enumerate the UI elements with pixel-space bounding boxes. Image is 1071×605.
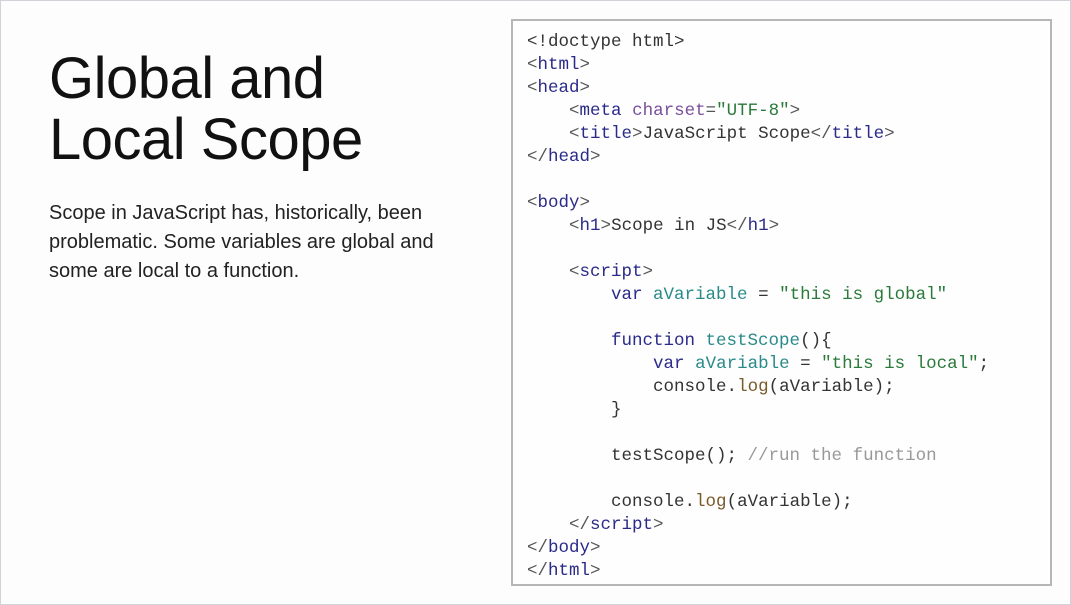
code-token: = [748,285,780,305]
code-token [685,354,696,374]
code-token: > [884,124,895,144]
slide-description: Scope in JavaScript has, historically, b… [49,199,461,286]
code-token: < [527,193,538,213]
code-sample: <!doctype html> <html> <head> <meta char… [511,19,1052,586]
code-token: body [548,538,590,558]
code-token: . [685,492,696,512]
code-token: > [632,124,643,144]
code-token: testScope(); [611,446,748,466]
code-token: > [590,561,601,581]
code-token: </ [527,561,548,581]
code-token: meta [580,101,622,121]
code-token: testScope [706,331,801,351]
code-token: < [527,55,538,75]
code-token: > [590,147,601,167]
code-token: html [538,55,580,75]
code-token: </ [527,538,548,558]
code-token [622,101,633,121]
code-indent [527,515,569,535]
code-token: < [569,101,580,121]
code-token: var [611,285,643,305]
code-token: head [538,78,580,98]
code-token: > [580,55,591,75]
code-indent [527,124,569,144]
code-token: script [590,515,653,535]
right-column: <!doctype html> <html> <head> <meta char… [501,1,1070,604]
code-indent [527,331,611,351]
code-token: "UTF-8" [716,101,790,121]
code-token: </ [727,216,748,236]
code-token: log [695,492,727,512]
code-token: //run the function [748,446,937,466]
code-token: console [611,492,685,512]
code-token: = [790,354,822,374]
code-token: title [832,124,885,144]
code-token: = [706,101,717,121]
code-token: script [580,262,643,282]
code-token: charset [632,101,706,121]
code-indent [527,285,611,305]
code-token: JavaScript Scope [643,124,811,144]
code-indent [527,262,569,282]
code-token: aVariable [653,285,748,305]
code-token: ; [979,354,990,374]
code-token: head [548,147,590,167]
code-indent [527,492,611,512]
code-token: h1 [580,216,601,236]
code-token: </ [811,124,832,144]
code-indent [527,216,569,236]
code-token: title [580,124,633,144]
code-token: "this is global" [779,285,947,305]
code-token: (aVariable); [769,377,895,397]
code-token: . [727,377,738,397]
code-token: > [653,515,664,535]
slide: Global and Local Scope Scope in JavaScri… [1,1,1070,604]
code-token: > [580,78,591,98]
code-token: (aVariable); [727,492,853,512]
code-token: </ [569,515,590,535]
code-token: > [601,216,612,236]
code-indent [527,354,653,374]
code-token: (){ [800,331,832,351]
code-token: > [590,538,601,558]
code-indent [527,377,653,397]
code-indent [527,446,611,466]
code-token: "this is local" [821,354,979,374]
code-token [695,331,706,351]
code-token: console [653,377,727,397]
code-token: body [538,193,580,213]
code-token: < [527,78,538,98]
code-token: Scope in JS [611,216,727,236]
code-token: aVariable [695,354,790,374]
code-token [643,285,654,305]
code-token: < [569,124,580,144]
left-column: Global and Local Scope Scope in JavaScri… [1,1,501,604]
code-indent [527,400,611,420]
code-line: <!doctype html> [527,32,685,52]
slide-title: Global and Local Scope [49,49,461,171]
code-token: > [643,262,654,282]
code-token: > [769,216,780,236]
code-token: < [569,262,580,282]
code-token: } [611,400,622,420]
code-indent [527,101,569,121]
code-token: </ [527,147,548,167]
code-token: var [653,354,685,374]
code-token: < [569,216,580,236]
code-token: function [611,331,695,351]
code-token: html [548,561,590,581]
code-token: > [580,193,591,213]
code-token: > [790,101,801,121]
code-token: log [737,377,769,397]
code-token: h1 [748,216,769,236]
